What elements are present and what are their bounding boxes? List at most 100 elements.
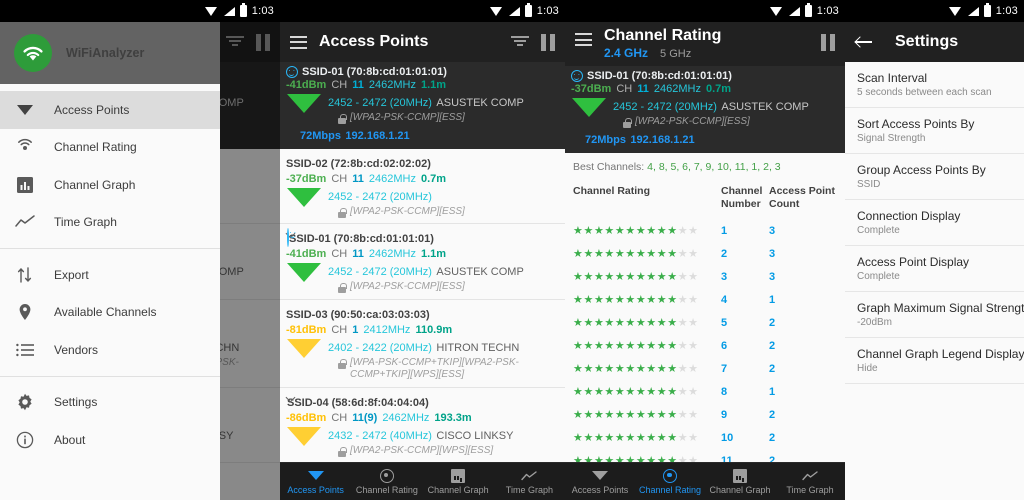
connected-banner[interactable]: SSID-01 (70:8b:cd:01:01:01) -41dBm CH 11…: [280, 62, 565, 149]
security-row: [WPA2-PSK-CCMP][ESS]: [613, 116, 839, 129]
table-row[interactable]: ★★★★★★★★★★★★ 6 2: [573, 334, 837, 357]
signal-dbm: -37dBm: [286, 172, 327, 185]
tab-time-graph[interactable]: Time Graph: [494, 463, 565, 500]
settings-item-value: SSID: [857, 179, 881, 190]
channel-label: CH: [331, 411, 348, 424]
tab-channel-rating[interactable]: Channel Rating: [351, 463, 422, 500]
band-tab-24ghz[interactable]: 2.4 GHz: [604, 46, 648, 60]
col-header-access-point-count: Access Point Count: [769, 184, 835, 210]
page-title: Access Points: [319, 33, 429, 50]
settings-item[interactable]: Sort Access Points By Signal Strength: [845, 108, 1024, 154]
table-row[interactable]: ★★★★★★★★★★★★ 10 2: [573, 426, 837, 449]
table-row[interactable]: ★★★★★★★★★★★★ 1 3: [573, 219, 837, 242]
cell-rating: ★★★★★★★★★★★★: [573, 242, 721, 265]
access-point-item[interactable]: SSID-03 (90:50:ca:03:03:03) -81dBm CH 1 2412…: [280, 300, 565, 388]
lock-icon: [338, 283, 347, 293]
security-capabilities: [WPA2-PSK-CCMP][ESS]: [635, 116, 750, 127]
pause-icon[interactable]: [821, 34, 835, 51]
table-row[interactable]: ★★★★★★★★★★★★ 9 2: [573, 403, 837, 426]
cell-rating: ★★★★★★★★★★★★: [573, 403, 721, 426]
channel-label: CH: [331, 79, 348, 91]
cell-ap-count: 2: [769, 340, 776, 353]
settings-item[interactable]: Channel Graph Legend Display Hide: [845, 338, 1024, 384]
settings-item-value: 5 seconds between each scan: [857, 87, 992, 98]
app-logo-icon: [14, 34, 52, 72]
tab-label: Channel Rating: [638, 484, 702, 495]
tab-channel-graph[interactable]: Channel Graph: [705, 463, 775, 500]
table-row[interactable]: ★★★★★★★★★★★★ 3 3: [573, 265, 837, 288]
access-point-item[interactable]: SSID-01 (70:8b:cd:01:01:01) -41dBm CH 11 246…: [280, 224, 565, 300]
back-arrow-icon[interactable]: [855, 35, 873, 49]
cell-ap-count: 1: [769, 386, 776, 399]
tab-access-points[interactable]: Access Points: [565, 463, 635, 500]
link-speed: 72Mbps: [585, 133, 626, 146]
access-point-item[interactable]: SSID-04 (58:6d:8f:04:04:04) -86dBm CH 11(9)…: [280, 388, 565, 463]
tab-access-points[interactable]: Access Points: [280, 463, 351, 500]
access-point-item[interactable]: SSID-02 (72:8b:cd:02:02:02) -37dBm CH 11 246…: [280, 149, 565, 224]
distance: 110.9m: [415, 323, 453, 336]
menu-icon[interactable]: [290, 35, 307, 49]
sidebar-item-export[interactable]: Export: [0, 256, 220, 294]
sidebar-item-settings[interactable]: Settings: [0, 384, 220, 422]
banner-detail-text: 2452 - 2472 (20MHz) ASUSTEK COMP [WPA2-P…: [613, 97, 839, 129]
settings-item-title: Channel Graph Legend Display: [857, 347, 1024, 361]
table-row[interactable]: ★★★★★★★★★★★★ 2 3: [573, 242, 837, 265]
sidebar-item-time-graph[interactable]: Time Graph: [0, 204, 220, 242]
table-row[interactable]: ★★★★★★★★★★★★ 4 1: [573, 288, 837, 311]
frequency-range: 2452 - 2472 (20MHz): [328, 97, 432, 109]
table-row[interactable]: ★★★★★★★★★★★★ 7 2: [573, 357, 837, 380]
tab-label: Time Graph: [786, 484, 834, 495]
vendor-name: ASUSTEK COMP: [436, 266, 524, 278]
sidebar-item-vendors[interactable]: Vendors: [0, 331, 220, 369]
settings-item[interactable]: Graph Maximum Signal Strength -20dBm: [845, 292, 1024, 338]
bottom-navigation: Access Points Channel Rating Channel Graph…: [565, 462, 845, 500]
status-bar-time: 1:03: [816, 5, 839, 17]
ap-ssid-row: SSID-02 (72:8b:cd:02:02:02): [286, 154, 559, 172]
status-bar-4: 1:03: [845, 0, 1024, 22]
ap-detail-row: 2402 - 2422 (20MHz) HITRON TECHN [WPA-PSK…: [286, 338, 559, 382]
settings-item[interactable]: Access Point Display Complete: [845, 246, 1024, 292]
sidebar-item-available-channels[interactable]: Available Channels: [0, 294, 220, 332]
star-rating: ★★★★★★★★★★★★: [573, 340, 699, 353]
signal-icon: [508, 6, 520, 17]
table-body: ★★★★★★★★★★★★ 1 3 ★★★★★★★★★★★★ 2 3 ★★★★★★★★★★★★…: [573, 219, 837, 472]
signal-strength-icon: [286, 93, 322, 125]
ip-address: 192.168.1.21: [630, 133, 695, 146]
lock-icon: [338, 446, 347, 457]
frequency-range: 2452 - 2472 (20MHz): [613, 101, 717, 113]
settings-item[interactable]: Scan Interval 5 seconds between each scan: [845, 62, 1024, 108]
filter-icon[interactable]: [511, 35, 529, 50]
channel-number: 11: [637, 83, 649, 95]
menu-icon[interactable]: [575, 33, 592, 46]
tab-channel-rating[interactable]: Channel Rating: [635, 463, 705, 500]
radar-icon: [14, 138, 36, 156]
ap-detail-text: 2452 - 2472 (20MHz) ASUSTEK COMP [WPA2-PS…: [328, 262, 559, 294]
cell-ap-count: 2: [769, 409, 776, 422]
settings-item[interactable]: Connection Display Complete: [845, 200, 1024, 246]
panel-access-points-drawer: 1:03 Access Points SSID-01 (70:8b:cd:01:…: [0, 0, 280, 500]
frequency: 2462MHz: [653, 83, 701, 95]
settings-item[interactable]: Group Access Points By SSID: [845, 154, 1024, 200]
vendor-name: ASUSTEK COMP: [721, 101, 809, 113]
tab-channel-graph[interactable]: Channel Graph: [423, 463, 494, 500]
connected-banner-cr[interactable]: SSID-01 (70:8b:cd:01:01:01) -37dBm CH 11…: [565, 66, 845, 153]
signal-icon: [788, 6, 800, 17]
sidebar-item-label: Export: [54, 267, 89, 282]
pause-icon[interactable]: [541, 33, 555, 51]
security-row: [WPA2-PSK-CCMP][ESS]: [328, 112, 559, 125]
banner-detail-row: 2452 - 2472 (20MHz) ASUSTEK COMP [WPA2-P…: [286, 93, 559, 125]
table-row[interactable]: ★★★★★★★★★★★★ 8 1: [573, 380, 837, 403]
signal-strength-icon: [286, 338, 322, 382]
gear-icon: [14, 393, 36, 411]
frequency: 2462MHz: [368, 248, 416, 260]
sidebar-item-channel-graph[interactable]: Channel Graph: [0, 166, 220, 204]
panel-access-points: 1:03 Access Points SSID-01 (70:8b:cd:01:…: [280, 0, 565, 500]
table-row[interactable]: ★★★★★★★★★★★★ 5 2: [573, 311, 837, 334]
band-tab-5ghz[interactable]: 5 GHz: [660, 48, 691, 60]
sidebar-item-access-points[interactable]: Access Points: [0, 91, 220, 129]
tab-time-graph[interactable]: Time Graph: [775, 463, 845, 500]
sidebar-item-about[interactable]: About: [0, 421, 220, 459]
ssid-label: SSID-01 (70:8b:cd:01:01:01): [302, 66, 447, 78]
sidebar-item-channel-rating[interactable]: Channel Rating: [0, 129, 220, 167]
star-rating: ★★★★★★★★★★★★: [573, 317, 699, 330]
